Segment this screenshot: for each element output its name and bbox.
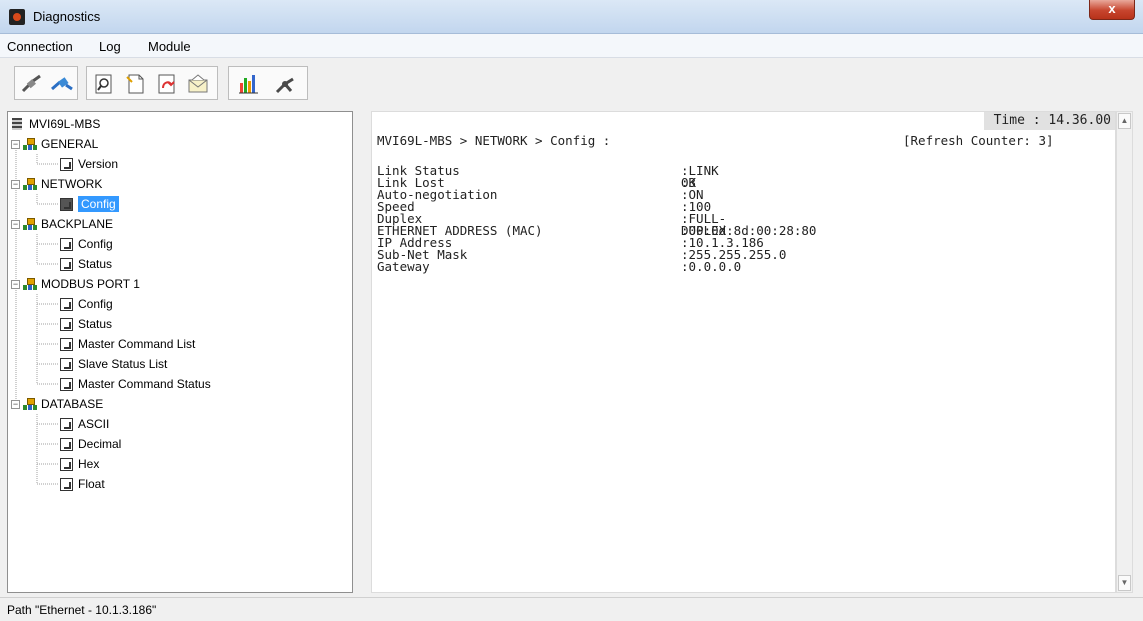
tree-leaf-master-command-status[interactable]: Master Command Status (60, 374, 211, 394)
connection-tool-group (14, 66, 78, 100)
tree-leaf-backplane-config[interactable]: Config (60, 234, 113, 254)
tree-leaf-label: Status (78, 257, 113, 271)
new-page-icon[interactable] (124, 73, 148, 95)
page-icon (60, 417, 73, 431)
tree-leaf-general-version[interactable]: Version (60, 154, 118, 174)
mail-icon[interactable] (186, 73, 210, 95)
app-icon (9, 9, 25, 25)
network-node-icon (23, 217, 37, 231)
bar-chart-icon[interactable] (237, 73, 261, 95)
tree-leaf-master-command-list[interactable]: Master Command List (60, 334, 195, 354)
tree-leaf-label: Master Command List (78, 337, 196, 351)
breadcrumb: MVI69L-MBS > NETWORK > Config : (377, 133, 611, 148)
menu-connection[interactable]: Connection (7, 39, 73, 54)
page-icon (60, 317, 73, 331)
collapse-icon[interactable]: − (11, 279, 20, 289)
network-node-icon (23, 277, 37, 291)
tree-node-label: GENERAL (41, 137, 99, 151)
window-title: Diagnostics (33, 9, 101, 24)
tree-leaf-backplane-status[interactable]: Status (60, 254, 112, 274)
diagnostics-content: Time : 14.36.00 MVI69L-MBS > NETWORK > C… (371, 111, 1116, 593)
network-node-icon (23, 137, 37, 151)
tree-leaf-slave-status-list[interactable]: Slave Status List (60, 354, 167, 374)
page-icon (60, 437, 73, 451)
module-tree[interactable]: MVI69L-MBS − GENERAL Version − NETWORK C… (7, 111, 353, 593)
find-icon[interactable] (92, 73, 116, 95)
tree-leaf-database-hex[interactable]: Hex (60, 454, 99, 474)
tree-leaf-label: Decimal (78, 437, 122, 451)
page-icon (60, 377, 73, 391)
menu-module[interactable]: Module (148, 39, 191, 54)
collapse-icon[interactable]: − (11, 219, 20, 229)
page-icon (60, 337, 73, 351)
tree-leaf-label: Config (78, 297, 113, 311)
tools-tool-group (228, 66, 308, 100)
page-icon (60, 457, 73, 471)
network-node-icon (23, 397, 37, 411)
close-button[interactable]: x (1089, 0, 1135, 20)
tree-root-label: MVI69L-MBS (29, 117, 101, 131)
tree-node-network[interactable]: − NETWORK (11, 174, 102, 194)
tree-node-label: BACKPLANE (41, 217, 114, 231)
file-tool-group (86, 66, 218, 100)
tree-node-general[interactable]: − GENERAL (11, 134, 98, 154)
tree-leaf-label: Slave Status List (78, 357, 168, 371)
tree-node-label: DATABASE (41, 397, 104, 411)
tree-leaf-modbus-status[interactable]: Status (60, 314, 112, 334)
tree-node-modbus-port-1[interactable]: − MODBUS PORT 1 (11, 274, 140, 294)
collapse-icon[interactable]: − (11, 139, 20, 149)
scroll-up-icon[interactable]: ▲ (1118, 113, 1131, 129)
page-icon (60, 237, 73, 251)
page-icon (60, 197, 73, 211)
open-icon[interactable] (155, 73, 179, 95)
tree-root[interactable]: MVI69L-MBS (12, 114, 100, 134)
tree-leaf-network-config[interactable]: Config (60, 194, 119, 214)
page-icon (60, 297, 73, 311)
tree-leaf-database-decimal[interactable]: Decimal (60, 434, 121, 454)
page-icon (60, 157, 73, 171)
tree-node-label: NETWORK (41, 177, 103, 191)
tree-leaf-database-ascii[interactable]: ASCII (60, 414, 109, 434)
toolbar (0, 58, 1143, 106)
config-value: :0.0.0.0 (681, 259, 742, 274)
scroll-down-icon[interactable]: ▼ (1118, 575, 1131, 591)
tree-leaf-database-float[interactable]: Float (60, 474, 105, 494)
config-key: Gateway (377, 259, 430, 274)
tree-node-label: MODBUS PORT 1 (41, 277, 140, 291)
tree-leaf-label: Master Command Status (78, 377, 211, 391)
tree-leaf-label: Status (78, 317, 113, 331)
tree-node-backplane[interactable]: − BACKPLANE (11, 214, 113, 234)
time-display: Time : 14.36.00 (983, 112, 1115, 130)
content-scrollbar[interactable]: ▲ ▼ (1116, 111, 1133, 593)
config-row: Gateway :0.0.0.0 (377, 259, 741, 274)
tree-leaf-label: Hex (78, 457, 100, 471)
page-icon (60, 357, 73, 371)
status-bar: Path "Ethernet - 10.1.3.186" (0, 597, 1143, 621)
page-icon (60, 257, 73, 271)
collapse-icon[interactable]: − (11, 179, 20, 189)
tree-leaf-label: ASCII (78, 417, 110, 431)
connection-path: Path "Ethernet - 10.1.3.186" (7, 603, 157, 617)
menu-bar: Connection Log Module (0, 34, 1143, 58)
settings-icon[interactable] (273, 73, 297, 95)
tree-leaf-label: Version (78, 157, 119, 171)
tree-leaf-label: Float (78, 477, 105, 491)
disconnect-icon[interactable] (20, 73, 44, 95)
page-icon (60, 477, 73, 491)
module-icon (12, 118, 22, 130)
connect-icon[interactable] (50, 73, 74, 95)
network-node-icon (23, 177, 37, 191)
title-bar: Diagnostics x (0, 0, 1143, 34)
refresh-counter: [Refresh Counter: 3] (903, 133, 1054, 148)
tree-leaf-label-selected: Config (78, 196, 119, 212)
tree-leaf-modbus-config[interactable]: Config (60, 294, 113, 314)
collapse-icon[interactable]: − (11, 399, 20, 409)
menu-log[interactable]: Log (99, 39, 121, 54)
tree-leaf-label: Config (78, 237, 113, 251)
tree-node-database[interactable]: − DATABASE (11, 394, 103, 414)
